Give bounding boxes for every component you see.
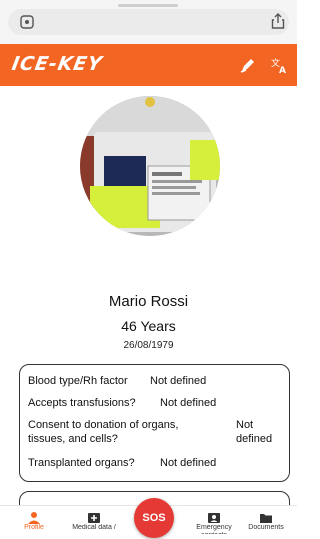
profile-photo[interactable] bbox=[80, 96, 220, 236]
app-logo: ICE-KEY bbox=[10, 53, 105, 75]
address-bar[interactable] bbox=[8, 9, 289, 35]
profile-name: Mario Rossi bbox=[108, 293, 189, 310]
share-icon[interactable] bbox=[271, 13, 285, 29]
transfusions-label: Accepts transfusions? bbox=[28, 397, 136, 409]
nav-medical-label: Medical data / bbox=[72, 524, 116, 531]
edit-icon[interactable] bbox=[238, 55, 258, 75]
transplanted-label: Transplanted organs? bbox=[28, 457, 135, 469]
medical-folder-icon bbox=[88, 513, 100, 523]
organ-donation-value-line2: defined bbox=[236, 433, 273, 445]
app-header: ICE-KEY 文 A bbox=[0, 44, 297, 86]
organ-donation-label-line1: Consent to donation of organs, bbox=[28, 419, 179, 431]
transfusions-value: Not defined bbox=[160, 397, 217, 409]
sos-button[interactable]: SOS bbox=[134, 498, 174, 538]
nav-profile-label: Profile bbox=[24, 524, 44, 531]
profile-photo-image bbox=[80, 96, 220, 236]
folder-icon bbox=[260, 514, 272, 523]
organ-donation-label-line2: tissues, and cells? bbox=[28, 433, 118, 445]
blood-type-value: Not defined bbox=[150, 375, 207, 387]
organ-donation-value-line1: Not bbox=[236, 419, 254, 431]
nav-profile[interactable]: Profile bbox=[4, 506, 64, 539]
nav-emergency-label: Emergency contacts bbox=[196, 524, 232, 534]
nav-documents[interactable]: Documents bbox=[236, 506, 296, 539]
person-icon bbox=[28, 512, 40, 524]
site-settings-icon[interactable] bbox=[20, 15, 34, 29]
medical-info-card[interactable]: Blood type/Rh factor Not defined Accepts… bbox=[19, 364, 290, 482]
drag-handle bbox=[118, 4, 178, 7]
nav-documents-label: Documents bbox=[248, 524, 284, 531]
contact-card-icon bbox=[208, 513, 220, 523]
translate-icon[interactable]: 文 A bbox=[270, 55, 290, 75]
nav-emergency[interactable]: Emergency contacts bbox=[184, 506, 244, 539]
nav-medical[interactable]: Medical data / bbox=[64, 506, 124, 539]
profile-age: 46 Years bbox=[121, 318, 176, 334]
svg-text:A: A bbox=[279, 66, 286, 75]
blood-type-label: Blood type/Rh factor bbox=[28, 375, 128, 387]
profile-birth-date: 26/08/1979 bbox=[123, 340, 174, 351]
transplanted-value: Not defined bbox=[160, 457, 217, 469]
browser-toolbar bbox=[0, 0, 297, 44]
